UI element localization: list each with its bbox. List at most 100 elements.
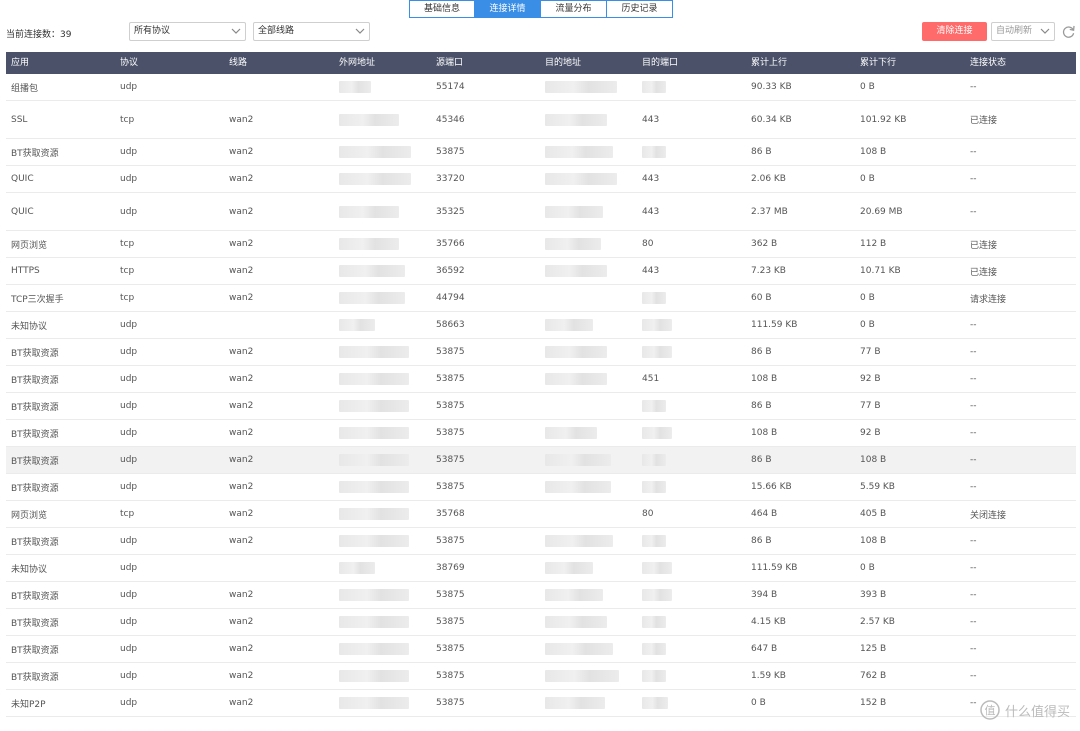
cell-wan-address bbox=[334, 474, 431, 500]
cell-download: 0 B bbox=[860, 293, 875, 303]
tab-basic-info[interactable]: 基础信息 bbox=[409, 0, 475, 18]
cell-app: BT获取资源 bbox=[11, 402, 59, 413]
redacted-dst-address bbox=[545, 146, 613, 158]
chevron-down-icon bbox=[355, 28, 365, 34]
cell-upload: 2.37 MB bbox=[751, 206, 788, 217]
redacted-wan-address bbox=[339, 265, 405, 277]
table-row[interactable]: HTTPS tcp wan2 36592 443 7.23 KB 10.71 KB 已连接 bbox=[6, 258, 1076, 285]
tab-traffic-distribution[interactable]: 流量分布 bbox=[541, 0, 607, 18]
table-row[interactable]: 未知协议 udp 38769 111.59 KB 0 B -- bbox=[6, 555, 1076, 582]
table-row[interactable]: SSL tcp wan2 45346 443 60.34 KB 101.92 KB 已连接 bbox=[6, 101, 1076, 139]
table-row[interactable]: BT获取资源 udp wan2 53875 86 B 108 B -- bbox=[6, 528, 1076, 555]
table-row[interactable]: TCP三次握手 tcp wan2 44794 60 B 0 B 请求连接 bbox=[6, 285, 1076, 312]
auto-refresh-select[interactable]: 自动刷新 bbox=[991, 22, 1055, 41]
cell-wan-address bbox=[334, 609, 431, 635]
cell-app: 网页浏览 bbox=[11, 510, 48, 521]
table-row[interactable]: BT获取资源 udp wan2 53875 108 B 92 B -- bbox=[6, 420, 1076, 447]
line-filter-select[interactable]: 全部线路 bbox=[253, 22, 370, 41]
table-row[interactable]: BT获取资源 udp wan2 53875 1.59 KB 762 B -- bbox=[6, 663, 1076, 690]
redacted-wan-address bbox=[339, 643, 409, 655]
table-row[interactable]: BT获取资源 udp wan2 53875 86 B 77 B -- bbox=[6, 339, 1076, 366]
cell-line bbox=[224, 555, 334, 581]
cell-dst-port bbox=[637, 555, 746, 581]
redacted-dst-address bbox=[545, 643, 613, 655]
cell-dst-port bbox=[637, 420, 746, 446]
cell-wan-address bbox=[334, 101, 431, 138]
table-row[interactable]: BT获取资源 udp wan2 53875 15.66 KB 5.59 KB -- bbox=[6, 474, 1076, 501]
table-row[interactable]: BT获取资源 udp wan2 53875 394 B 393 B -- bbox=[6, 582, 1076, 609]
cell-protocol: udp bbox=[120, 671, 138, 681]
cell-upload: 2.06 KB bbox=[751, 174, 786, 184]
table-row[interactable]: QUIC udp wan2 33720 443 2.06 KB 0 B -- bbox=[6, 166, 1076, 193]
tab-history[interactable]: 历史记录 bbox=[607, 0, 673, 18]
protocol-filter-select[interactable]: 所有协议 bbox=[129, 22, 246, 41]
cell-dst-port: 443 bbox=[642, 114, 660, 125]
cell-dst-address bbox=[540, 582, 637, 608]
cell-wan-address bbox=[334, 690, 431, 716]
cell-wan-address bbox=[334, 139, 431, 165]
table-row[interactable]: 组播包 udp 55174 90.33 KB 0 B -- bbox=[6, 74, 1076, 101]
cell-src-port: 33720 bbox=[436, 174, 465, 184]
cell-protocol: tcp bbox=[120, 114, 135, 125]
cell-app: BT获取资源 bbox=[11, 645, 59, 656]
cell-src-port: 35766 bbox=[436, 239, 465, 249]
cell-line: wan2 bbox=[229, 482, 254, 492]
cell-line: wan2 bbox=[229, 671, 254, 681]
redacted-dst-address bbox=[545, 173, 617, 185]
cell-dst-address bbox=[540, 393, 637, 419]
redacted-dst-port bbox=[642, 481, 666, 493]
cell-status: -- bbox=[970, 563, 977, 573]
table-row[interactable]: BT获取资源 udp wan2 53875 86 B 108 B -- bbox=[6, 139, 1076, 166]
table-row[interactable]: 未知P2P udp wan2 53875 0 B 152 B -- bbox=[6, 690, 1076, 717]
cell-upload: 86 B bbox=[751, 147, 772, 157]
table-row[interactable]: BT获取资源 udp wan2 53875 86 B 77 B -- bbox=[6, 393, 1076, 420]
redacted-dst-address bbox=[545, 319, 593, 331]
table-row[interactable]: 网页浏览 tcp wan2 35766 80 362 B 112 B 已连接 bbox=[6, 231, 1076, 258]
cell-upload: 464 B bbox=[751, 509, 778, 519]
watermark-text: 什么值得买 bbox=[1004, 704, 1070, 720]
cell-src-port: 35768 bbox=[436, 509, 465, 519]
cell-app: 未知协议 bbox=[11, 321, 48, 332]
table-row[interactable]: BT获取资源 udp wan2 53875 647 B 125 B -- bbox=[6, 636, 1076, 663]
cell-download: 20.69 MB bbox=[860, 206, 903, 217]
redacted-wan-address bbox=[339, 81, 371, 93]
cell-dst-address bbox=[540, 74, 637, 100]
chevron-down-icon bbox=[231, 28, 241, 34]
redacted-dst-port bbox=[642, 697, 668, 709]
cell-protocol: tcp bbox=[120, 239, 135, 249]
cell-status: -- bbox=[970, 174, 977, 184]
redacted-wan-address bbox=[339, 535, 409, 547]
cell-src-port: 53875 bbox=[436, 698, 465, 708]
table-row[interactable]: 网页浏览 tcp wan2 35768 80 464 B 405 B 关闭连接 bbox=[6, 501, 1076, 528]
cell-dst-port bbox=[637, 139, 746, 165]
tab-connection-details[interactable]: 连接详情 bbox=[475, 0, 541, 18]
cell-protocol: udp bbox=[120, 428, 138, 438]
table-row[interactable]: 未知协议 udp 58663 111.59 KB 0 B -- bbox=[6, 312, 1076, 339]
cell-src-port: 53875 bbox=[436, 536, 465, 546]
redacted-dst-address bbox=[545, 562, 593, 574]
table-row[interactable]: BT获取资源 udp wan2 53875 4.15 KB 2.57 KB -- bbox=[6, 609, 1076, 636]
redacted-dst-address bbox=[545, 535, 613, 547]
cell-line: wan2 bbox=[229, 114, 254, 125]
cell-dst-address bbox=[540, 528, 637, 554]
clear-connections-button[interactable]: 清除连接 bbox=[922, 22, 987, 41]
header-status: 连接状态 bbox=[970, 58, 1007, 68]
table-row[interactable]: BT获取资源 udp wan2 53875 86 B 108 B -- bbox=[6, 447, 1076, 474]
cell-dst-address bbox=[540, 231, 637, 257]
tab-bar: 基础信息 连接详情 流量分布 历史记录 bbox=[409, 0, 673, 18]
table-row[interactable]: BT获取资源 udp wan2 53875 451 108 B 92 B -- bbox=[6, 366, 1076, 393]
cell-dst-port: 80 bbox=[642, 239, 654, 249]
refresh-icon[interactable] bbox=[1060, 23, 1077, 40]
cell-dst-address bbox=[540, 420, 637, 446]
cell-protocol: udp bbox=[120, 82, 138, 92]
cell-status: 已连接 bbox=[970, 267, 998, 278]
cell-status: -- bbox=[970, 644, 977, 654]
cell-dst-port bbox=[637, 663, 746, 689]
cell-dst-address bbox=[540, 555, 637, 581]
cell-status: 请求连接 bbox=[970, 294, 1007, 305]
cell-src-port: 53875 bbox=[436, 590, 465, 600]
cell-download: 112 B bbox=[860, 239, 887, 249]
cell-app: HTTPS bbox=[11, 266, 40, 276]
table-row[interactable]: QUIC udp wan2 35325 443 2.37 MB 20.69 MB -- bbox=[6, 193, 1076, 231]
redacted-dst-port bbox=[642, 319, 672, 331]
